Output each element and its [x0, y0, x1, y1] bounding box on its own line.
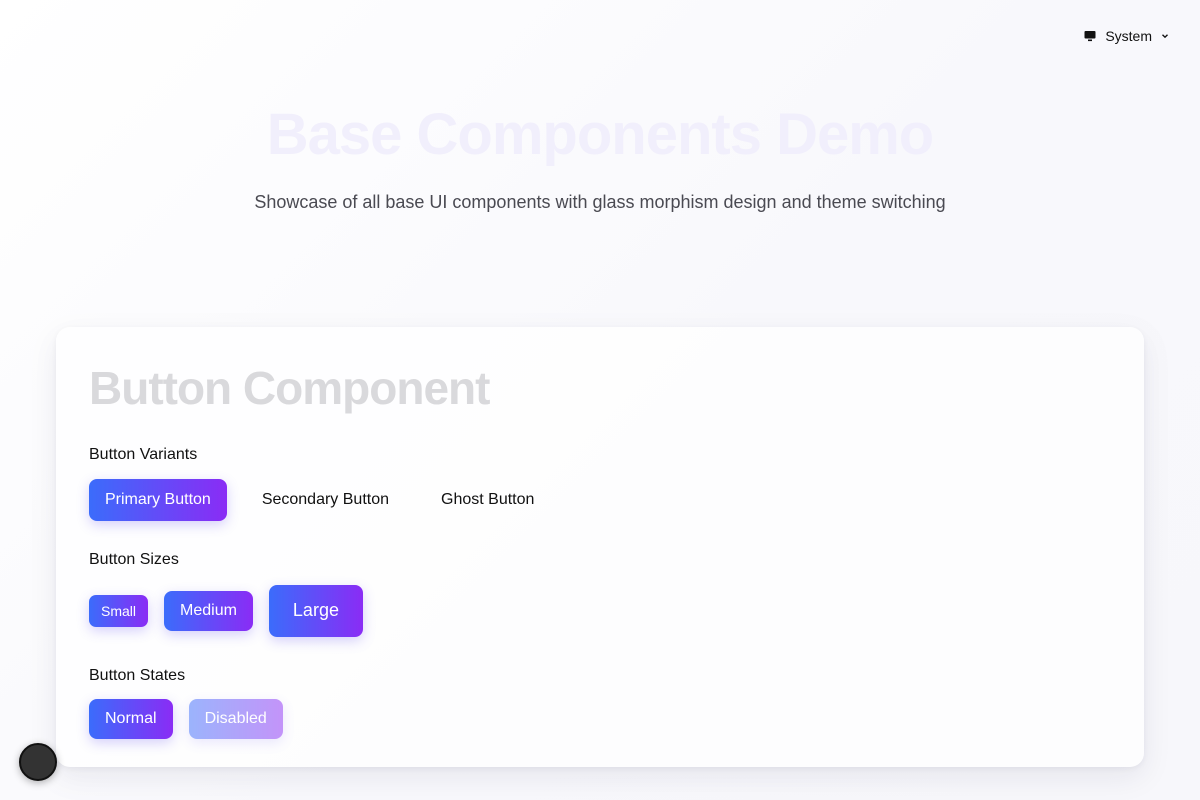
sizes-label: Button Sizes [89, 550, 179, 568]
theme-switcher[interactable]: System [1075, 24, 1178, 48]
ghost-button[interactable]: Ghost Button [424, 479, 551, 521]
large-button[interactable]: Large [268, 584, 363, 637]
floating-action-button[interactable] [19, 743, 57, 781]
small-button[interactable]: Small [89, 594, 149, 627]
sizes-row: Small Medium Large [89, 584, 1111, 637]
normal-button[interactable]: Normal [89, 698, 173, 739]
primary-button[interactable]: Primary Button [89, 478, 227, 521]
monitor-icon [1083, 29, 1097, 43]
medium-button[interactable]: Medium [164, 590, 253, 631]
states-row: Normal Disabled [89, 698, 1111, 739]
button-component-card: Button Component Button Variants Primary… [56, 327, 1144, 767]
hero: Base Components Demo Showcase of all bas… [0, 100, 1200, 213]
theme-label: System [1105, 28, 1152, 44]
states-label: Button States [89, 666, 186, 684]
chevron-down-icon [1160, 31, 1170, 41]
card-title: Button Component [89, 362, 490, 414]
secondary-button[interactable]: Secondary Button [245, 479, 406, 521]
variants-row: Primary Button Secondary Button Ghost Bu… [89, 478, 1111, 521]
page-subtitle: Showcase of all base UI components with … [254, 191, 946, 212]
page-title: Base Components Demo [266, 102, 934, 167]
disabled-button: Disabled [188, 698, 283, 739]
variants-label: Button Variants [89, 445, 198, 463]
